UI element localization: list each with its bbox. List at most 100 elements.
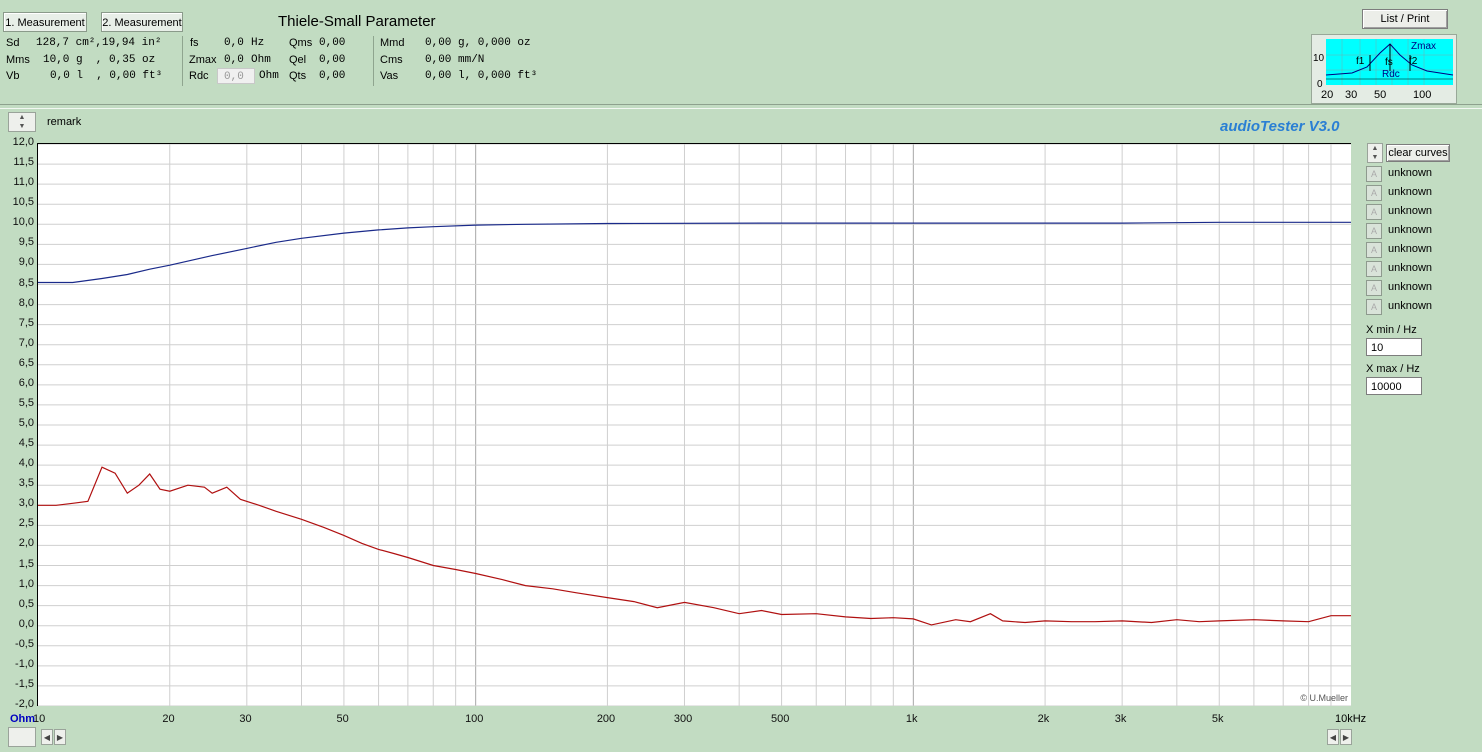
clear-curves-button[interactable]: clear curves: [1386, 144, 1450, 162]
y-unit-label: Ohm: [10, 713, 36, 725]
param-zmax-value: 0,0: [224, 54, 244, 66]
mini-xtick-100: 100: [1413, 89, 1432, 101]
mini-rdc-label: Rdc: [1382, 69, 1400, 80]
legend-color-box[interactable]: A: [1366, 185, 1382, 201]
param-qms-value: 0,00: [319, 37, 346, 49]
param-cms-value: 0,00 mm/N: [425, 54, 485, 66]
spin-up-down-icon: ▲ ▼: [1371, 145, 1379, 161]
legend-color-box[interactable]: A: [1366, 166, 1382, 182]
legend-label: unknown: [1388, 262, 1433, 274]
param-rdc-label: Rdc: [189, 70, 209, 82]
tab-measurement-2[interactable]: 2. Measurement: [101, 12, 183, 32]
y-tick-label: 6,0: [18, 376, 34, 389]
arrow-right-icon: ▶: [56, 733, 64, 742]
param-vb-label: Vb: [6, 70, 20, 82]
y-tick-label: -0,5: [15, 637, 34, 650]
x-tick-label: 100: [465, 713, 484, 725]
legend-color-box[interactable]: A: [1366, 299, 1382, 315]
param-qts-value: 0,00: [319, 70, 346, 82]
param-fs-label: fs: [190, 37, 199, 49]
xmax-label: X max / Hz: [1366, 363, 1420, 375]
x-tick-label: 200: [596, 713, 616, 725]
y-tick-label: 4,5: [18, 437, 34, 450]
scroll-left-button-2[interactable]: ◀: [1327, 729, 1339, 745]
scroll-right-button-2[interactable]: ▶: [1340, 729, 1352, 745]
tab-measurement-1[interactable]: 1. Measurement: [3, 12, 87, 32]
mini-f1-label: f1: [1356, 56, 1365, 67]
x-tick-label: 5k: [1211, 713, 1224, 725]
legend-color-box[interactable]: A: [1366, 242, 1382, 258]
param-zmax-label: Zmax: [189, 54, 217, 66]
mini-fs-label: fs: [1385, 57, 1393, 68]
param-qel-value: 0,00: [319, 54, 346, 66]
param-fs-unit: Hz: [251, 37, 265, 49]
y-tick-label: 2,5: [18, 517, 34, 530]
y-tick-label: 10,0: [12, 216, 34, 229]
ts-mini-chart: Zmax f1 fs f2 Rdc 10 0 20 30 50 100: [1311, 34, 1457, 104]
remark-spin-button[interactable]: ▲ ▼: [8, 112, 36, 132]
y-tick-label: 3,0: [18, 497, 34, 510]
xmax-input[interactable]: 10000: [1366, 377, 1422, 395]
mini-ytop-label: 10: [1313, 53, 1325, 64]
copyright-label: © U.Mueller: [1300, 693, 1348, 703]
y-tick-label: 9,5: [18, 236, 34, 249]
mini-xtick-20: 20: [1321, 89, 1334, 101]
scroll-right-button[interactable]: ▶: [54, 729, 66, 745]
arrow-right-icon: ▶: [1342, 733, 1350, 742]
param-cms-label: Cms: [380, 54, 403, 66]
legend-color-box[interactable]: A: [1366, 204, 1382, 220]
y-tick-label: 8,0: [18, 296, 34, 309]
series-line-1: [38, 221, 1351, 284]
brand-label: audioTester V3.0: [1220, 118, 1340, 135]
legend-label: unknown: [1388, 186, 1433, 198]
y-tick-label: 5,5: [18, 396, 34, 409]
y-tick-label: 12,0: [12, 136, 34, 148]
list-print-button[interactable]: List / Print: [1362, 9, 1448, 29]
param-mmd-value: 0,00 g, 0,000 oz: [425, 37, 531, 49]
param-mmd-label: Mmd: [380, 37, 405, 49]
y-tick-label: 8,5: [18, 276, 34, 289]
y-tick-label: 6,5: [18, 356, 34, 369]
param-sd-label: Sd: [6, 37, 20, 49]
y-tick-label: 10,5: [12, 196, 34, 209]
legend-label: unknown: [1388, 300, 1433, 312]
param-vas-label: Vas: [380, 70, 399, 82]
curve-spin-button[interactable]: ▲ ▼: [1367, 143, 1383, 163]
param-mms-value: 10,0 g , 0,35 oz: [43, 54, 156, 66]
y-tick-label: 0,0: [18, 617, 34, 630]
x-tick-label: 3k: [1114, 713, 1127, 725]
legend-color-box[interactable]: A: [1366, 261, 1382, 277]
legend-label: unknown: [1388, 281, 1433, 293]
xmin-input[interactable]: 10: [1366, 338, 1422, 356]
header-divider: [0, 104, 1482, 109]
y-tick-label: 5,0: [18, 417, 34, 429]
param-fs-value: 0,0: [224, 37, 244, 49]
series-line-2: [38, 466, 1351, 626]
param-qms-label: Qms: [289, 37, 313, 49]
impedance-chart-svg: [38, 144, 1351, 706]
mini-xtick-50: 50: [1374, 89, 1387, 101]
arrow-left-icon: ◀: [1329, 733, 1337, 742]
x-tick-label: 2k: [1037, 713, 1050, 725]
x-unit-end-label: 10kHz: [1335, 713, 1367, 725]
param-vas-value: 0,00 l, 0,000 ft³: [425, 70, 538, 82]
param-mms-label: Mms: [6, 54, 30, 66]
legend-color-box[interactable]: A: [1366, 223, 1382, 239]
y-tick-label: 7,0: [18, 336, 34, 349]
bottom-left-spin-box[interactable]: [8, 727, 36, 747]
y-tick-label: 1,0: [18, 577, 34, 590]
legend-color-box[interactable]: A: [1366, 280, 1382, 296]
remark-label: remark: [47, 116, 82, 128]
y-tick-label: 0,5: [18, 597, 34, 610]
legend-label: unknown: [1388, 167, 1433, 179]
spin-up-down-icon: ▲ ▼: [18, 114, 26, 130]
param-separator: [182, 36, 183, 86]
y-tick-label: -1,5: [15, 677, 34, 690]
scroll-left-button[interactable]: ◀: [41, 729, 53, 745]
y-tick-label: 11,0: [13, 176, 34, 189]
mini-f2-label: f2: [1409, 56, 1418, 67]
mini-xtick-30: 30: [1345, 89, 1358, 101]
mini-zmax-label: Zmax: [1411, 41, 1436, 52]
y-tick-label: 3,5: [18, 477, 34, 490]
rdc-input[interactable]: 0,0: [217, 68, 255, 84]
